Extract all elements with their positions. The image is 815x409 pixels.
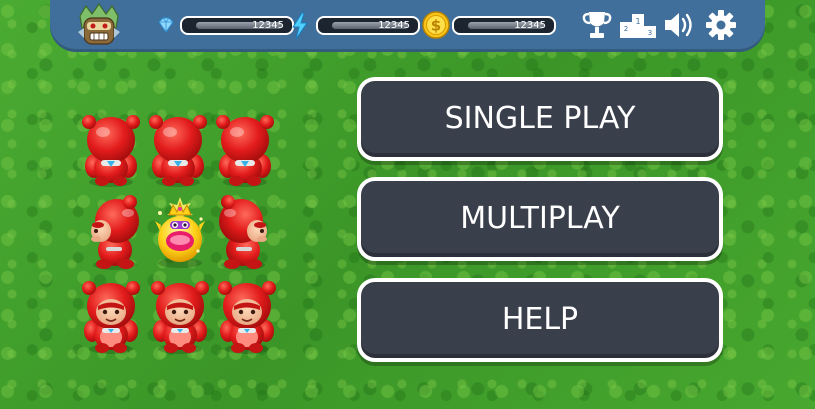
energy-counter: 12345 bbox=[288, 12, 428, 40]
single-play-button[interactable]: SINGLE PLAY bbox=[357, 77, 723, 161]
red-character-back bbox=[214, 112, 276, 188]
coins-value: 12345 bbox=[514, 20, 546, 31]
coin-icon: $ bbox=[422, 11, 450, 39]
speaker-icon[interactable] bbox=[662, 8, 696, 42]
lightning-icon bbox=[288, 12, 312, 40]
red-character-side bbox=[84, 195, 146, 271]
single-play-label: SINGLE PLAY bbox=[444, 101, 636, 136]
podium-icon[interactable]: 1 2 3 bbox=[618, 8, 658, 42]
coins-counter: $ 12345 bbox=[422, 11, 562, 39]
gear-icon[interactable] bbox=[704, 8, 738, 42]
svg-text:2: 2 bbox=[624, 25, 628, 33]
help-label: HELP bbox=[501, 302, 579, 337]
trophy-icon[interactable] bbox=[580, 8, 614, 42]
gems-bar: 12345 bbox=[180, 16, 294, 35]
red-character-front bbox=[80, 279, 142, 355]
red-character-front bbox=[216, 279, 278, 355]
top-bar: 12345 12345 $ 12345 1 2 3 bbox=[50, 0, 765, 52]
diamond-icon bbox=[154, 14, 178, 38]
player-avatar[interactable] bbox=[76, 2, 122, 48]
svg-text:1: 1 bbox=[635, 17, 640, 26]
red-character-back bbox=[147, 112, 209, 188]
energy-bar: 12345 bbox=[316, 16, 420, 35]
gems-value: 12345 bbox=[252, 20, 284, 31]
multiplay-label: MULTIPLAY bbox=[460, 201, 620, 236]
coins-bar: 12345 bbox=[452, 16, 556, 35]
red-character-back bbox=[80, 112, 142, 188]
help-button[interactable]: HELP bbox=[357, 278, 723, 362]
energy-value: 12345 bbox=[378, 20, 410, 31]
red-character-front bbox=[149, 279, 211, 355]
svg-text:3: 3 bbox=[648, 29, 652, 37]
svg-text:$: $ bbox=[431, 17, 441, 35]
king-character bbox=[149, 193, 211, 269]
red-character-side bbox=[212, 195, 274, 271]
multiplay-button[interactable]: MULTIPLAY bbox=[357, 177, 723, 261]
